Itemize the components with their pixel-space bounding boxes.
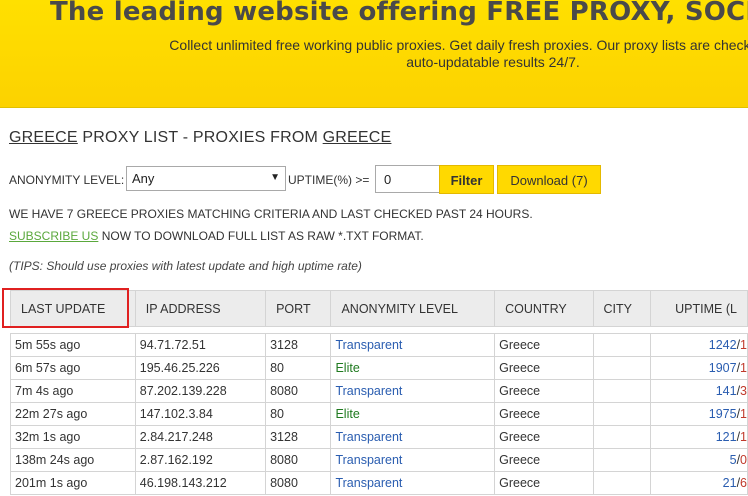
cell-country: Greece [494, 448, 594, 472]
result-count-text: WE HAVE 7 GREECE PROXIES MATCHING CRITER… [9, 207, 533, 221]
col-port[interactable]: PORT [265, 290, 332, 327]
cell-city [592, 471, 652, 495]
banner-title: The leading website offering FREE PROXY,… [50, 0, 748, 27]
cell-city [592, 425, 652, 449]
subscribe-link[interactable]: SUBSCRIBE US [9, 229, 98, 243]
uptime-label: UPTIME(%) >= [288, 173, 370, 187]
cell-port: 8080 [265, 448, 332, 472]
cell-anonymity: Transparent [330, 448, 496, 472]
anonymity-label: ANONYMITY LEVEL: [9, 173, 125, 187]
cell-city [592, 379, 652, 403]
uptime-fail: 1 [740, 361, 747, 375]
uptime-fail: 3 [740, 384, 747, 398]
cell-uptime: 1907/1 [650, 356, 748, 380]
table-row: 201m 1s ago 46.198.143.212 8080 Transparent… [10, 471, 748, 495]
cell-ip: 46.198.143.212 [134, 471, 267, 495]
uptime-fail: 0 [740, 453, 747, 467]
uptime-success: 1907 [708, 361, 737, 375]
col-city[interactable]: CITY [592, 290, 652, 327]
col-country[interactable]: COUNTRY [494, 290, 594, 327]
cell-country: Greece [494, 471, 594, 495]
country-link[interactable]: GREECE [9, 129, 78, 146]
cell-uptime: 121/1 [650, 425, 748, 449]
table-row: 32m 1s ago 2.84.217.248 3128 Transparent Gre… [10, 425, 748, 449]
subscribe-rest: NOW TO DOWNLOAD FULL LIST AS RAW *.TXT F… [98, 229, 424, 243]
cell-anonymity: Transparent [330, 379, 496, 403]
cell-anonymity: Transparent [330, 333, 496, 357]
cell-last-update: 6m 57s ago [10, 356, 136, 380]
anonymity-select-value: Any [132, 171, 155, 186]
uptime-fail: 1 [740, 407, 747, 421]
col-ip-address[interactable]: IP ADDRESS [134, 290, 267, 327]
cell-ip: 94.71.72.51 [134, 333, 267, 357]
cell-uptime: 1242/1 [650, 333, 748, 357]
dropdown-arrow-icon: ▼ [270, 172, 280, 183]
cell-uptime: 1975/1 [650, 402, 748, 426]
cell-ip: 2.84.217.248 [134, 425, 267, 449]
cell-uptime: 141/3 [650, 379, 748, 403]
uptime-success: 1975 [708, 407, 737, 421]
cell-port: 80 [265, 356, 332, 380]
cell-port: 80 [265, 402, 332, 426]
cell-uptime: 21/6 [650, 471, 748, 495]
cell-anonymity: Elite [330, 356, 496, 380]
cell-last-update: 5m 55s ago [10, 333, 136, 357]
uptime-success: 141 [715, 384, 737, 398]
cell-anonymity: Elite [330, 402, 496, 426]
cell-country: Greece [494, 333, 594, 357]
cell-country: Greece [494, 425, 594, 449]
uptime-fail: 6 [740, 476, 747, 490]
download-button[interactable]: Download (7) [497, 165, 601, 194]
uptime-success: 121 [715, 430, 737, 444]
hero-banner: The leading website offering FREE PROXY,… [0, 0, 748, 108]
cell-last-update: 32m 1s ago [10, 425, 136, 449]
uptime-input[interactable]: 0 [375, 165, 443, 193]
subscribe-text: SUBSCRIBE US NOW TO DOWNLOAD FULL LIST A… [9, 229, 424, 243]
cell-country: Greece [494, 356, 594, 380]
country-link[interactable]: GREECE [323, 129, 392, 146]
cell-ip: 87.202.139.228 [134, 379, 267, 403]
uptime-success: 1242 [708, 338, 737, 352]
cell-city [592, 402, 652, 426]
tips-text: (TIPS: Should use proxies with latest up… [9, 259, 362, 273]
page-title-text: PROXY LIST - PROXIES FROM [77, 129, 323, 146]
page-title: GREECE PROXY LIST - PROXIES FROM GREECE [9, 129, 391, 147]
cell-last-update: 201m 1s ago [10, 471, 136, 495]
cell-port: 8080 [265, 379, 332, 403]
cell-port: 3128 [265, 333, 332, 357]
col-uptime[interactable]: UPTIME (L [650, 290, 748, 327]
cell-last-update: 22m 27s ago [10, 402, 136, 426]
cell-ip: 147.102.3.84 [134, 402, 267, 426]
cell-city [592, 333, 652, 357]
table-row: 5m 55s ago 94.71.72.51 3128 Transparent Gree… [10, 333, 748, 357]
table-row: 138m 24s ago 2.87.162.192 8080 Transparent G… [10, 448, 748, 472]
filter-button[interactable]: Filter [439, 165, 494, 194]
table-row: 6m 57s ago 195.46.25.226 80 Elite Greece 1907… [10, 356, 748, 380]
cell-anonymity: Transparent [330, 471, 496, 495]
cell-anonymity: Transparent [330, 425, 496, 449]
cell-city [592, 356, 652, 380]
cell-last-update: 7m 4s ago [10, 379, 136, 403]
cell-city [592, 448, 652, 472]
cell-country: Greece [494, 379, 594, 403]
uptime-fail: 1 [740, 430, 747, 444]
cell-last-update: 138m 24s ago [10, 448, 136, 472]
cell-ip: 2.87.162.192 [134, 448, 267, 472]
cell-port: 3128 [265, 425, 332, 449]
uptime-success: 21 [722, 476, 737, 490]
highlight-box [2, 288, 129, 328]
cell-country: Greece [494, 402, 594, 426]
banner-subtitle: Collect unlimited free working public pr… [0, 37, 748, 71]
banner-subtitle-line1: Collect unlimited free working public pr… [169, 37, 748, 53]
anonymity-select[interactable]: Any ▼ [126, 166, 286, 191]
table-row: 7m 4s ago 87.202.139.228 8080 Transparent Gr… [10, 379, 748, 403]
uptime-success: 5 [729, 453, 737, 467]
banner-subtitle-line2: auto-updatable results 24/7. [406, 54, 580, 70]
table-row: 22m 27s ago 147.102.3.84 80 Elite Greece 1975… [10, 402, 748, 426]
cell-ip: 195.46.25.226 [134, 356, 267, 380]
cell-port: 8080 [265, 471, 332, 495]
cell-uptime: 5/0 [650, 448, 748, 472]
uptime-fail: 1 [740, 338, 747, 352]
col-anonymity[interactable]: ANONYMITY LEVEL [330, 290, 496, 327]
